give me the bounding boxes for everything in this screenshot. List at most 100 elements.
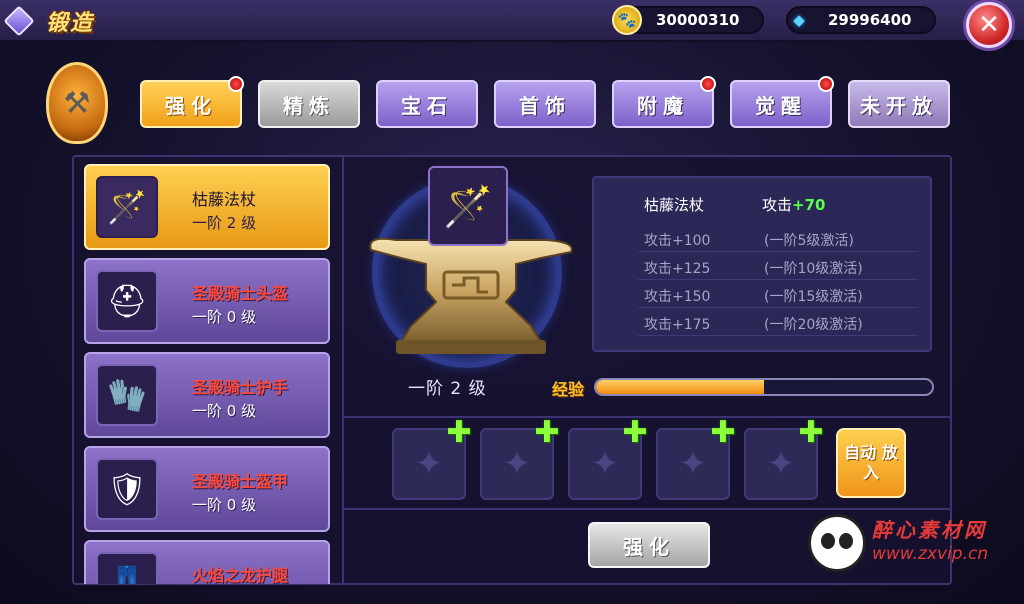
gem-counter[interactable]: ◆ 29996400: [786, 6, 936, 34]
staff-icon: 🪄: [443, 183, 493, 230]
equipment-level: 一阶 0 级: [192, 402, 257, 420]
page-title: 锻造: [46, 11, 95, 36]
material-slot[interactable]: ✦ ✚: [480, 418, 560, 500]
helmet-icon: ⛑: [96, 270, 158, 332]
stat-attr: 攻击+125: [644, 261, 711, 277]
title-area: 锻造: [3, 4, 95, 38]
gold-value: 30000310: [656, 11, 740, 29]
watermark-url: www.zxvip.cn: [872, 544, 989, 564]
tab-2[interactable]: 宝石: [376, 80, 478, 128]
stat-separator: [638, 251, 918, 252]
watermark-title: 醉心素材网: [872, 518, 987, 542]
cross-placeholder-icon: ✦: [414, 444, 444, 484]
tab-label: 未开放: [860, 93, 938, 118]
material-slot[interactable]: ✦ ✚: [392, 418, 472, 500]
equipment-item[interactable]: 🛡 圣殿骑士盔甲 一阶 0 级: [84, 446, 330, 532]
stat-condition: (一阶20级激活): [764, 317, 863, 333]
auto-fill-button[interactable]: 自动 放入: [836, 428, 906, 498]
gem-value: 29996400: [828, 11, 912, 29]
stat-condition: (一阶10级激活): [764, 261, 863, 277]
bonus-value: +70: [792, 196, 826, 214]
panda-logo-icon: [808, 514, 866, 572]
watermark: 醉心素材网 www.zxvip.cn: [806, 510, 1006, 580]
tab-label: 宝石: [401, 93, 453, 118]
add-plus-icon[interactable]: ✚: [798, 418, 824, 448]
equipment-item[interactable]: 🪄 枯藤法杖一阶 2 级: [84, 164, 330, 250]
bonus-prefix: 攻击: [762, 196, 793, 214]
cross-placeholder-icon: ✦: [590, 444, 620, 484]
strengthen-button[interactable]: 强化: [588, 522, 710, 568]
equipment-level: 一阶 0 级: [192, 496, 257, 514]
forge-hammer-icon: ⚒: [46, 62, 108, 144]
equipment-item[interactable]: 🧤 圣殿骑士护手 一阶 0 级: [84, 352, 330, 438]
add-plus-icon[interactable]: ✚: [710, 418, 736, 448]
cross-placeholder-icon: ✦: [678, 444, 708, 484]
close-icon: ✕: [978, 10, 1000, 40]
equipment-name: 火焰之龙护腿: [192, 566, 289, 584]
equipment-level: 一阶 2 级: [192, 214, 257, 232]
equipment-item[interactable]: 👖 火焰之龙护腿: [84, 540, 330, 584]
exp-label: 经验: [552, 380, 585, 399]
material-slot[interactable]: ✦ ✚: [744, 418, 824, 500]
stat-row: 攻击+150 (一阶15级激活): [644, 286, 924, 306]
material-slot[interactable]: ✦ ✚: [568, 418, 648, 500]
stat-separator: [638, 279, 918, 280]
notification-dot: [818, 76, 834, 92]
material-slot[interactable]: ✦ ✚: [656, 418, 736, 500]
panel-divider: [342, 157, 344, 583]
add-plus-icon[interactable]: ✚: [622, 418, 648, 448]
notification-dot: [228, 76, 244, 92]
close-button[interactable]: ✕: [966, 2, 1012, 48]
tab-0[interactable]: 强化: [140, 76, 244, 128]
tab-label: 首饰: [519, 93, 571, 118]
stats-item-name: 枯藤法杖: [644, 196, 705, 214]
notification-dot: [700, 76, 716, 92]
cross-placeholder-icon: ✦: [502, 444, 532, 484]
paw-coin-icon: 🐾: [612, 5, 642, 35]
gauntlet-icon: 🧤: [96, 364, 158, 426]
equipment-name: 圣殿骑士护手: [192, 378, 289, 397]
equipment-name: 圣殿骑士头盔: [192, 284, 289, 303]
tab-3[interactable]: 首饰: [494, 80, 596, 128]
stat-attr: 攻击+150: [644, 289, 711, 305]
tab-label: 附魔: [637, 93, 689, 118]
tab-label: 觉醒: [755, 93, 807, 118]
anvil-icon: [369, 237, 573, 354]
cross-placeholder-icon: ✦: [766, 444, 796, 484]
leggings-icon: 👖: [96, 552, 158, 584]
forge-level: 一阶 2 级: [408, 379, 487, 399]
add-plus-icon[interactable]: ✚: [534, 418, 560, 448]
diamond-gem-icon: ◆: [793, 11, 805, 29]
tab-label: 精炼: [283, 93, 335, 118]
stat-row: 攻击+175 (一阶20级激活): [644, 314, 924, 334]
tab-5[interactable]: 觉醒: [730, 76, 834, 128]
equipment-item[interactable]: ⛑ 圣殿骑士头盔 一阶 0 级: [84, 258, 330, 344]
tab-6[interactable]: 未开放: [848, 80, 950, 128]
add-plus-icon[interactable]: ✚: [446, 418, 472, 448]
top-bar: 锻造 🐾 30000310 ◆ 29996400: [0, 0, 1024, 42]
equipment-level: 一阶 0 级: [192, 308, 257, 326]
equipment-name: 圣殿骑士盔甲: [192, 472, 289, 491]
tab-label: 强化: [165, 93, 217, 118]
exp-progress-bar: [594, 378, 934, 396]
material-slots: ✦ ✚ ✦ ✚ ✦ ✚ ✦ ✚ ✦ ✚: [392, 418, 824, 500]
equipment-list[interactable]: 🪄 枯藤法杖 一阶 2 级 ⛑ 圣殿骑士头盔 一阶 0 级 🧤 圣殿骑士护手 一阶 0 级 🛡 圣殿…: [82, 160, 332, 584]
stat-condition: (一阶5级激活): [764, 233, 854, 249]
tab-bar: 强化 精炼 宝石 首饰 附魔 觉醒 未开放: [140, 76, 950, 128]
stat-attr: 攻击+175: [644, 317, 711, 333]
stat-condition: (一阶15级激活): [764, 289, 863, 305]
menu-diamond-icon[interactable]: [3, 5, 35, 37]
tab-1[interactable]: 精炼: [258, 80, 360, 128]
stat-attr: 攻击+100: [644, 233, 711, 249]
tab-4[interactable]: 附魔: [612, 76, 716, 128]
stat-separator: [638, 307, 918, 308]
gold-counter[interactable]: 🐾 30000310: [612, 5, 764, 35]
staff-icon: 🪄: [96, 176, 158, 238]
stat-row: 攻击+100 (一阶5级激活): [644, 230, 924, 250]
selected-weapon-slot[interactable]: 🪄: [428, 166, 508, 246]
stat-row: 攻击+125 (一阶10级激活): [644, 258, 924, 278]
current-bonus: 攻击+70: [762, 194, 825, 215]
stat-separator: [638, 335, 918, 336]
equipment-name: 枯藤法杖: [192, 190, 257, 209]
exp-progress-fill: [596, 380, 764, 394]
